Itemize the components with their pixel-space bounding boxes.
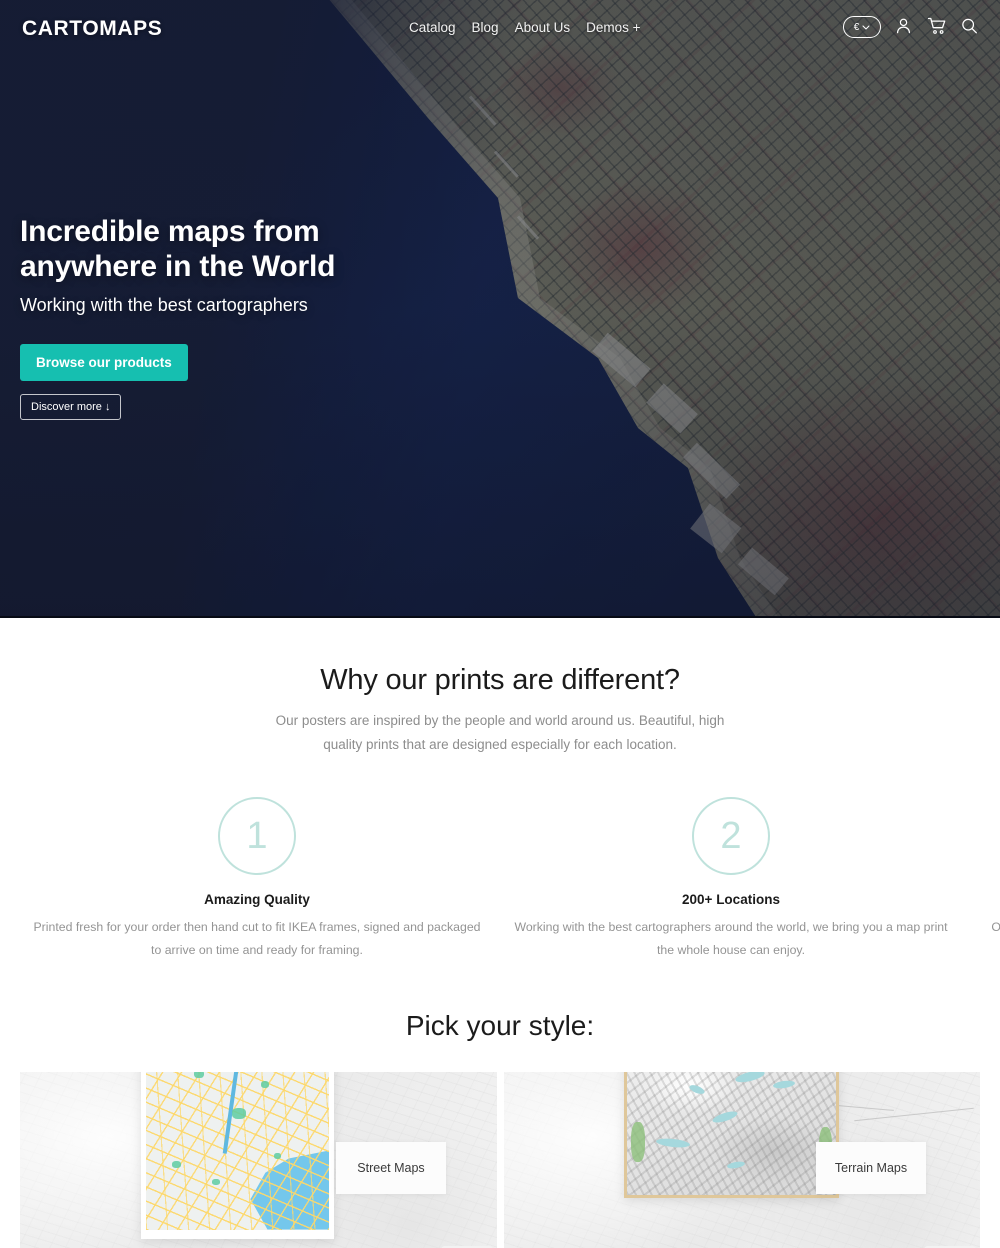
map-lake <box>688 1083 706 1097</box>
feature-item-2: 2 200+ Locations Working with the best c… <box>494 797 968 961</box>
street-map-poster <box>141 1071 334 1239</box>
top-navigation-bar: CARTOMAPS Catalog Blog About Us Demos € <box>0 0 1000 56</box>
chevron-down-icon <box>862 22 870 33</box>
currency-selector[interactable]: € <box>843 16 881 38</box>
nav-item-about-us[interactable]: About Us <box>515 20 571 35</box>
brand-logo[interactable]: CARTOMAPS <box>22 17 162 41</box>
map-park <box>211 1178 220 1185</box>
user-icon[interactable] <box>894 16 914 38</box>
feature-number: 2 <box>720 815 742 858</box>
top-bar-icons: € <box>843 16 980 38</box>
why-section-title: Why our prints are different? <box>320 664 680 696</box>
currency-symbol: € <box>853 21 860 33</box>
nav-links: Catalog Blog About Us Demos <box>409 20 641 35</box>
map-lake <box>655 1137 691 1149</box>
nav-item-blog[interactable]: Blog <box>472 20 499 35</box>
feature-text: Our products are available exclusively o… <box>991 920 1000 935</box>
search-icon[interactable] <box>960 16 980 38</box>
street-map-artwork <box>146 1071 329 1230</box>
feature-list: 1 Amazing Quality Printed fresh for your… <box>0 797 1000 961</box>
why-different-section: Why our prints are different? Our poster… <box>0 618 1000 962</box>
pick-your-style-section: Pick your style: <box>0 1010 1000 1248</box>
feature-number-circle: 2 <box>692 797 770 876</box>
map-lake <box>772 1079 796 1090</box>
feature-number-circle: 1 <box>218 797 296 876</box>
map-park <box>232 1108 246 1120</box>
hero-primary-button-row: Browse our products <box>20 316 335 381</box>
feature-item-1: 1 Amazing Quality Printed fresh for your… <box>20 797 494 961</box>
feature-title: Amazing Quality <box>204 892 310 908</box>
hero-subheading: Working with the best cartographers <box>20 294 308 315</box>
terrain-map-poster <box>623 1071 839 1198</box>
feature-text: Printed fresh for your order then hand c… <box>33 920 481 957</box>
terrain-map-artwork <box>626 1071 836 1195</box>
nav-item-catalog[interactable]: Catalog <box>409 20 456 35</box>
map-forest <box>630 1121 645 1162</box>
style-card-label-street-maps[interactable]: Street Maps <box>336 1142 446 1194</box>
map-lake <box>711 1108 739 1125</box>
cart-icon[interactable] <box>927 16 947 38</box>
feature-title: Unbeatable Value <box>980 892 1000 907</box>
feature-text: Working with the best cartographers arou… <box>514 920 948 957</box>
map-park <box>193 1071 204 1079</box>
hero-bottom-border <box>0 616 1000 618</box>
map-roads <box>146 1071 329 1230</box>
hero-heading-line-1: Incredible maps from <box>20 215 320 248</box>
nav-item-demos[interactable]: Demos <box>586 20 640 35</box>
browse-products-button[interactable]: Browse our products <box>20 343 188 381</box>
pick-style-title: Pick your style: <box>405 1009 595 1041</box>
why-section-description: Our posters are inspired by the people a… <box>275 713 725 753</box>
style-card-label-terrain-maps[interactable]: Terrain Maps <box>816 1142 926 1194</box>
hero-secondary-button-row: Discover more ↓ <box>20 381 335 420</box>
discover-more-button[interactable]: Discover more ↓ <box>20 393 122 420</box>
hero-content: Incredible maps from anywhere in the Wor… <box>20 215 336 420</box>
feature-item-3: 3 Unbeatable Value Our products are avai… <box>968 797 1000 961</box>
map-lake <box>726 1160 746 1170</box>
hero-heading-line-2: anywhere in the World <box>20 249 336 283</box>
hero-section: CARTOMAPS Catalog Blog About Us Demos € <box>0 0 1000 618</box>
map-park <box>261 1081 270 1089</box>
feature-title: 200+ Locations <box>682 892 780 908</box>
map-lake <box>734 1071 766 1085</box>
map-park <box>171 1160 181 1168</box>
feature-number: 1 <box>246 815 268 858</box>
hero-heading: Incredible maps from anywhere in the Wor… <box>20 215 336 285</box>
